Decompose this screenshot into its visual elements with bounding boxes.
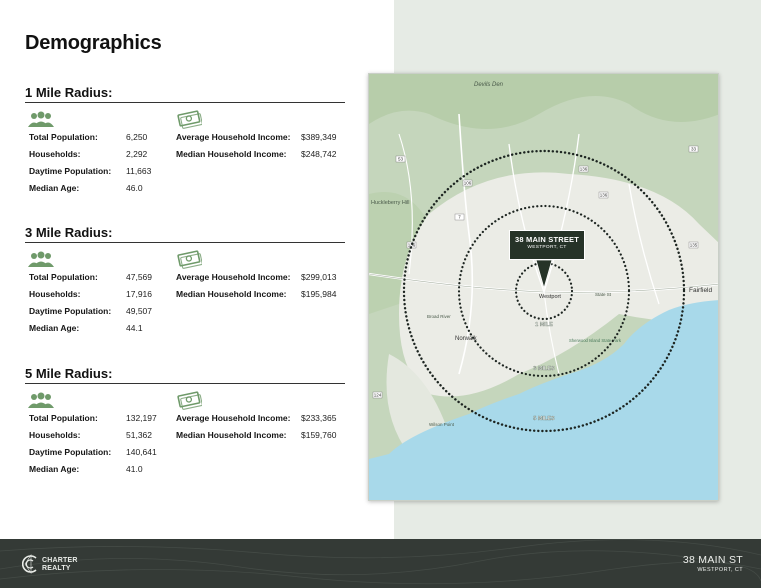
route-shield: 124	[374, 393, 382, 398]
median-household-income-label: Median Household Income:	[176, 149, 287, 159]
total-population-label: Total Population:	[29, 413, 98, 423]
median-household-income-value: $159,760	[301, 430, 337, 440]
footer-address: 38 MAIN ST WESTPORT, CT	[683, 554, 743, 573]
households-label: Households:	[29, 289, 81, 299]
total-population-value: 132,197	[126, 413, 157, 423]
households-value: 51,362	[126, 430, 152, 440]
median-age-label: Median Age:	[29, 464, 80, 474]
people-group-icon	[28, 111, 54, 127]
median-age-value: 44.1	[126, 323, 143, 333]
page-title: Demographics	[25, 32, 162, 54]
footer-bar: CHARTER REALTY 38 MAIN ST WESTPORT, CT	[0, 539, 761, 588]
total-population-label: Total Population:	[29, 272, 98, 282]
daytime-population-value: 49,507	[126, 306, 152, 316]
people-group-icon	[28, 392, 54, 408]
median-age-label: Median Age:	[29, 183, 80, 193]
footer-brand: CHARTER REALTY	[42, 557, 78, 573]
route-shield: 136	[580, 167, 588, 172]
total-population-value: 47,569	[126, 272, 152, 282]
route-shield: 53	[398, 157, 404, 162]
place-label: Wilson Point	[429, 422, 455, 427]
median-household-income-label: Median Household Income:	[176, 289, 287, 299]
median-household-income-label: Median Household Income:	[176, 430, 287, 440]
daytime-population-label: Daytime Population:	[29, 447, 112, 457]
footer-address-main: 38 MAIN ST	[682, 554, 743, 566]
place-label: State St	[595, 292, 612, 297]
median-age-value: 46.0	[126, 183, 143, 193]
money-stack-icon	[177, 391, 202, 410]
callout-title: 38 MAIN STREET	[514, 235, 580, 244]
route-shield: 33	[691, 147, 697, 152]
footer-address-sub: WESTPORT, CT	[697, 567, 743, 573]
section-3-mile: 3 Mile Radius: Total Population: 47,569 …	[25, 225, 345, 345]
median-household-income-value: $248,742	[301, 149, 337, 159]
section-divider	[25, 383, 345, 384]
daytime-population-label: Daytime Population:	[29, 166, 112, 176]
route-shield: 135	[690, 243, 698, 248]
money-stack-icon	[177, 110, 202, 129]
footer-contour-pattern	[0, 539, 761, 585]
households-label: Households:	[29, 149, 81, 159]
section-title: 3 Mile Radius:	[25, 225, 113, 240]
place-label: Devils Den	[474, 82, 504, 88]
ring-label-3-mile: 3 MILES	[533, 366, 555, 372]
total-population-value: 6,250	[126, 132, 148, 142]
median-age-label: Median Age:	[29, 323, 80, 333]
avg-household-income-label: Average Household Income:	[176, 272, 291, 282]
avg-household-income-label: Average Household Income:	[176, 413, 291, 423]
place-label: Sherwood Island State Park	[569, 338, 622, 343]
people-group-icon	[28, 251, 54, 267]
map-canvas: 53 136 106 7 33 136 135 124 136 Devils D…	[369, 74, 718, 500]
brand-line-1: CHARTER	[42, 557, 78, 564]
charter-realty-logo-icon	[22, 554, 37, 574]
median-household-income-value: $195,984	[301, 289, 337, 299]
money-stack-icon	[177, 250, 202, 269]
avg-household-income-value: $389,349	[301, 132, 337, 142]
ring-label-1-mile: 1 MILE	[535, 322, 553, 328]
daytime-population-label: Daytime Population:	[29, 306, 112, 316]
households-label: Households:	[29, 430, 81, 440]
households-value: 17,916	[126, 289, 152, 299]
callout-subtitle: WESTPORT, CT	[527, 245, 567, 250]
water-body	[369, 459, 718, 500]
avg-household-income-value: $233,365	[301, 413, 337, 423]
total-population-label: Total Population:	[29, 132, 98, 142]
section-divider	[25, 242, 345, 243]
median-age-value: 41.0	[126, 464, 143, 474]
place-label: Broad River	[427, 314, 451, 319]
place-label: Fairfield	[689, 287, 713, 294]
section-title: 5 Mile Radius:	[25, 366, 113, 381]
section-5-mile: 5 Mile Radius: Total Population: 132,197…	[25, 366, 345, 486]
avg-household-income-value: $299,013	[301, 272, 337, 282]
ring-label-5-mile: 5 MILES	[533, 416, 555, 422]
place-label: Huckleberry Hill	[371, 200, 410, 206]
daytime-population-value: 11,663	[126, 166, 152, 176]
location-callout: 38 MAIN STREET WESTPORT, CT	[509, 230, 585, 260]
radius-map: 53 136 106 7 33 136 135 124 136 Devils D…	[368, 73, 719, 501]
route-shield: 106	[464, 181, 472, 186]
place-label: Westport	[539, 294, 561, 300]
daytime-population-value: 140,641	[126, 447, 157, 457]
section-1-mile: 1 Mile Radius: Total Population: 6,250 H…	[25, 85, 345, 205]
section-divider	[25, 102, 345, 103]
avg-household-income-label: Average Household Income:	[176, 132, 291, 142]
section-title: 1 Mile Radius:	[25, 85, 113, 100]
households-value: 2,292	[126, 149, 148, 159]
route-shield: 136	[600, 193, 608, 198]
brand-line-2: REALTY	[42, 565, 71, 572]
